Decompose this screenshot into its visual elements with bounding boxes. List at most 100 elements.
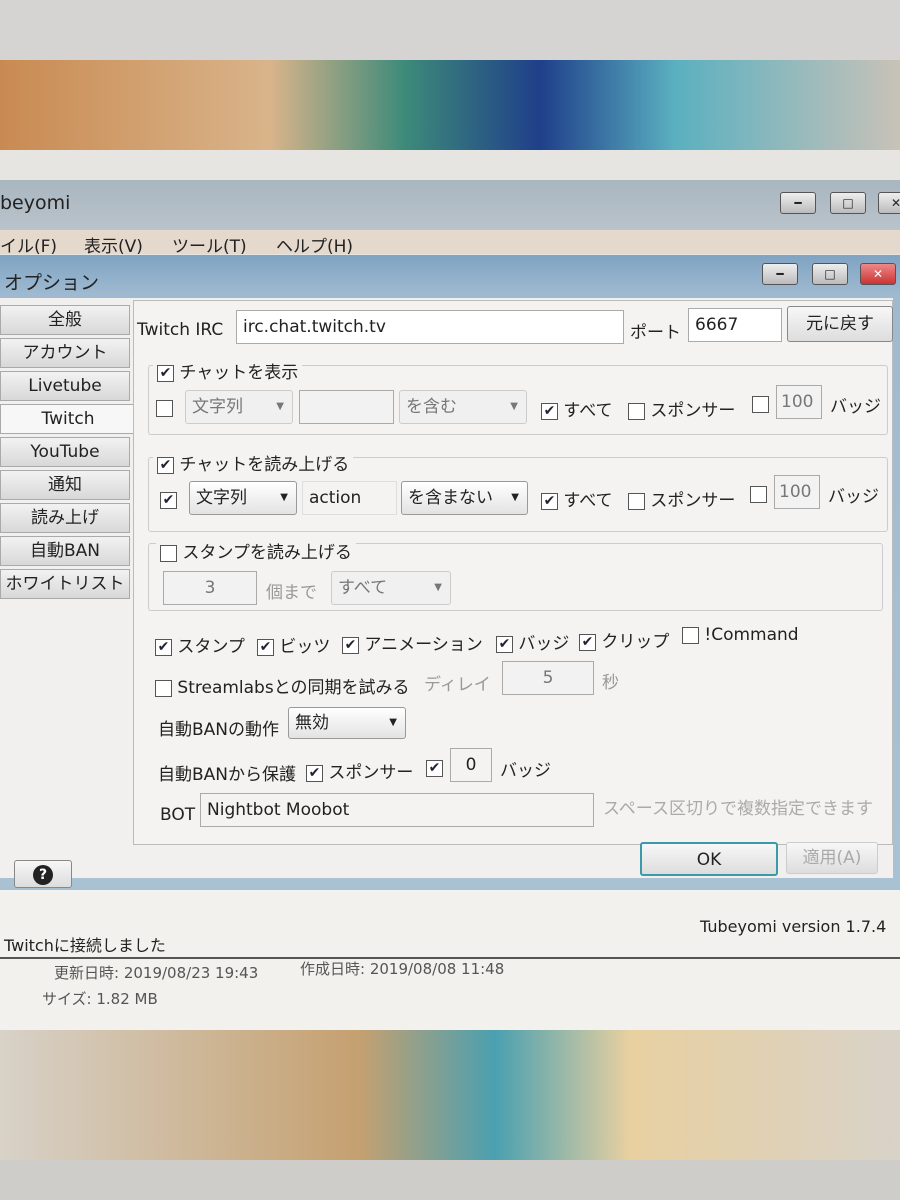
read-chat-checkbox[interactable]: ✔: [157, 456, 174, 474]
stamp-label: スタンプ: [177, 637, 245, 657]
autoban-protect-label: 自動BANから保護: [158, 765, 297, 785]
reset-button[interactable]: 元に戻す: [787, 306, 893, 342]
autoban-action-label: 自動BANの動作: [158, 720, 280, 740]
tab-general[interactable]: 全般: [0, 305, 130, 335]
tab-notification[interactable]: 通知: [0, 470, 130, 500]
show-chat-type-value: 文字列: [192, 397, 243, 417]
read-chat-condition-value: を含まない: [408, 488, 493, 508]
read-chat-filter-checkbox[interactable]: ✔: [160, 492, 177, 509]
irc-server-input[interactable]: irc.chat.twitch.tv: [236, 310, 624, 344]
show-chat-badge-label: バッジ: [830, 397, 881, 417]
show-chat-type-select[interactable]: 文字列 ▼: [185, 390, 293, 424]
read-chat-type-value: 文字列: [196, 488, 247, 508]
show-chat-sponsor-checkbox[interactable]: [628, 402, 645, 420]
bot-hint: スペース区切りで複数指定できます: [603, 799, 873, 819]
stamp-checkbox[interactable]: ✔: [155, 638, 172, 656]
tab-account[interactable]: アカウント: [0, 338, 130, 368]
desktop-wallpaper: [0, 60, 900, 150]
chevron-down-icon: ▼: [510, 401, 518, 412]
command-label: !Command: [704, 625, 799, 645]
show-chat-condition-select[interactable]: を含む ▼: [399, 390, 527, 424]
stamp-scope-value: すべて: [338, 578, 388, 598]
protect-badge-label: バッジ: [500, 761, 551, 781]
read-stamp-checkbox[interactable]: [160, 544, 177, 562]
maximize-button[interactable]: □: [830, 192, 866, 214]
menu-tools[interactable]: ツール(T): [172, 232, 247, 257]
show-chat-all-label: すべて: [563, 401, 613, 421]
animation-checkbox[interactable]: ✔: [342, 636, 359, 654]
help-button[interactable]: ?: [14, 860, 72, 888]
clip-checkbox[interactable]: ✔: [579, 633, 596, 651]
read-chat-condition-select[interactable]: を含まない ▼: [401, 481, 528, 515]
read-chat-badge-input[interactable]: 100: [774, 475, 820, 509]
delay-label: ディレイ: [424, 675, 491, 695]
tab-whitelist[interactable]: ホワイトリスト: [0, 569, 130, 599]
stamp-scope-select[interactable]: すべて ▼: [331, 571, 451, 605]
ok-button[interactable]: OK: [640, 842, 778, 876]
stamp-count-input[interactable]: 3: [163, 571, 257, 605]
tab-read-aloud[interactable]: 読み上げ: [0, 503, 130, 533]
read-chat-sponsor-label: スポンサー: [650, 491, 736, 511]
read-chat-sponsor-checkbox[interactable]: [628, 492, 645, 510]
version-label: Tubeyomi version 1.7.4: [700, 917, 887, 936]
read-chat-badge-checkbox[interactable]: [750, 486, 767, 503]
show-chat-badge-checkbox[interactable]: [752, 396, 769, 413]
chevron-down-icon: ▼: [280, 492, 288, 503]
monitor-bezel-bottom: [0, 1160, 900, 1200]
show-chat-checkbox[interactable]: ✔: [157, 364, 174, 382]
show-chat-text-input[interactable]: [299, 390, 394, 424]
show-chat-condition-value: を含む: [406, 397, 457, 417]
chevron-down-icon: ▼: [511, 492, 519, 503]
file-size: サイズ: 1.82 MB: [42, 990, 158, 1008]
port-input[interactable]: 6667: [688, 308, 782, 342]
tab-autoban[interactable]: 自動BAN: [0, 536, 130, 566]
delay-unit: 秒: [602, 673, 619, 693]
read-chat-type-select[interactable]: 文字列 ▼: [189, 481, 297, 515]
read-chat-text-input[interactable]: action: [302, 481, 397, 515]
protect-badge-input[interactable]: 0: [450, 748, 492, 782]
irc-label: Twitch IRC: [137, 320, 224, 340]
main-titlebar: beyomi: [0, 180, 900, 230]
close-button[interactable]: ✕: [878, 192, 900, 214]
streamlabs-checkbox[interactable]: [155, 679, 172, 697]
bits-checkbox[interactable]: ✔: [257, 638, 274, 656]
delay-input[interactable]: 5: [502, 661, 594, 695]
dialog-minimize-button[interactable]: ━: [762, 263, 798, 285]
apply-button[interactable]: 適用(A): [786, 842, 878, 874]
animation-label: アニメーション: [364, 635, 483, 655]
tab-livetube[interactable]: Livetube: [0, 371, 130, 401]
dialog-maximize-button[interactable]: □: [812, 263, 848, 285]
badge-label: バッジ: [518, 634, 570, 654]
command-checkbox[interactable]: [682, 626, 699, 644]
menu-file[interactable]: イル(F): [0, 232, 57, 257]
tab-youtube[interactable]: YouTube: [0, 437, 130, 467]
chevron-down-icon: ▼: [389, 717, 397, 728]
menu-help[interactable]: ヘルプ(H): [276, 232, 353, 257]
bot-label: BOT: [160, 805, 196, 825]
show-chat-all-checkbox[interactable]: ✔: [541, 402, 558, 420]
show-chat-filter-checkbox[interactable]: [156, 400, 173, 417]
protect-sponsor-label: スポンサー: [328, 763, 414, 783]
read-chat-all-checkbox[interactable]: ✔: [541, 492, 558, 510]
bot-input[interactable]: Nightbot Moobot: [200, 793, 594, 827]
autoban-action-value: 無効: [295, 713, 329, 733]
monitor-bezel: [0, 0, 900, 60]
menu-view[interactable]: 表示(V): [84, 232, 143, 257]
created-date: 作成日時: 2019/08/08 11:48: [300, 960, 505, 978]
chevron-down-icon: ▼: [276, 401, 284, 412]
dialog-close-button[interactable]: ✕: [860, 263, 896, 285]
minimize-button[interactable]: ━: [780, 192, 816, 214]
streamlabs-label: Streamlabsとの同期を試みる: [177, 678, 410, 698]
help-icon: ?: [33, 865, 53, 885]
clip-label: クリップ: [601, 632, 670, 652]
protect-sponsor-checkbox[interactable]: ✔: [306, 764, 323, 782]
autoban-action-select[interactable]: 無効 ▼: [288, 707, 406, 739]
protect-badge-checkbox[interactable]: ✔: [426, 760, 443, 777]
tab-twitch[interactable]: Twitch: [0, 404, 135, 434]
stamp-count-label: 個まで: [266, 583, 317, 603]
show-chat-badge-input[interactable]: 100: [776, 385, 822, 419]
badge-checkbox[interactable]: ✔: [496, 635, 513, 653]
read-chat-badge-label: バッジ: [828, 487, 879, 507]
main-window-title: beyomi: [0, 192, 71, 214]
bits-label: ビッツ: [279, 637, 331, 657]
